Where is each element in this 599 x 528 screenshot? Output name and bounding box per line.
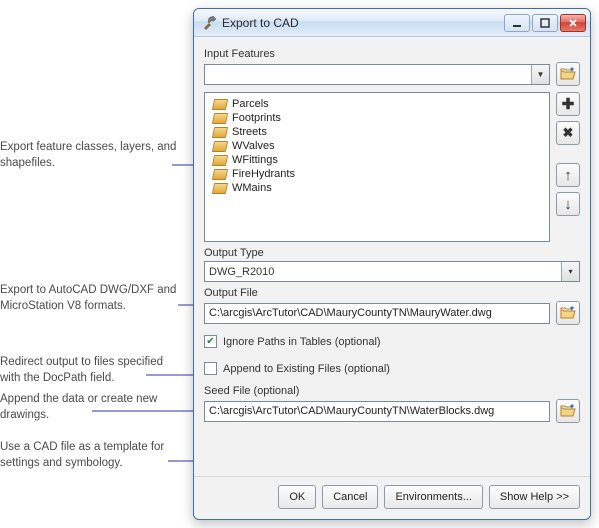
feature-class-icon [212, 155, 228, 166]
ignore-paths-label: Ignore Paths in Tables (optional) [223, 336, 381, 348]
window-title: Export to CAD [222, 16, 504, 30]
seed-file-value: C:\arcgis\ArcTutor\CAD\MauryCountyTN\Wat… [209, 405, 494, 417]
folder-open-icon [560, 404, 576, 418]
add-feature-button[interactable]: ✚ [556, 92, 580, 116]
browse-features-button[interactable] [556, 62, 580, 86]
append-checkbox[interactable] [204, 362, 217, 375]
show-help-button[interactable]: Show Help >> [489, 485, 580, 509]
move-up-button[interactable]: ↑ [556, 163, 580, 187]
list-item[interactable]: WFittings [211, 153, 549, 167]
list-item[interactable]: Footprints [211, 111, 549, 125]
annotation-formats: Export to AutoCAD DWG/DXF and MicroStati… [0, 283, 180, 314]
list-item-label: Footprints [232, 112, 281, 124]
cancel-button[interactable]: Cancel [322, 485, 378, 509]
remove-feature-button[interactable]: ✖ [556, 121, 580, 145]
list-item[interactable]: WMains [211, 181, 549, 195]
output-file-value: C:\arcgis\ArcTutor\CAD\MauryCountyTN\Mau… [209, 307, 492, 319]
folder-open-icon [560, 67, 576, 81]
folder-open-icon [560, 306, 576, 320]
close-button[interactable] [560, 14, 586, 32]
append-label: Append to Existing Files (optional) [223, 363, 390, 375]
input-features-label: Input Features [204, 43, 580, 62]
feature-class-icon [212, 141, 228, 152]
list-item-label: WValves [232, 140, 275, 152]
feature-class-icon [212, 183, 228, 194]
list-item-label: Streets [232, 126, 267, 138]
titlebar[interactable]: Export to CAD [194, 9, 590, 37]
output-type-combo[interactable]: DWG_R2010 ▾ [204, 261, 580, 282]
move-down-button[interactable]: ↓ [556, 192, 580, 216]
list-item-label: WMains [232, 182, 272, 194]
ok-button[interactable]: OK [278, 485, 316, 509]
list-item-label: FireHydrants [232, 168, 295, 180]
annotation-append: Append the data or create new drawings. [0, 392, 180, 423]
ignore-paths-checkbox[interactable]: ✔ [204, 335, 217, 348]
annotation-docpath: Redirect output to files specified with … [0, 355, 180, 386]
list-item[interactable]: Parcels [211, 97, 549, 111]
chevron-down-icon[interactable]: ▾ [561, 262, 579, 281]
export-to-cad-window: Export to CAD Input Features ▼ [193, 8, 591, 520]
output-file-label: Output File [204, 282, 580, 301]
feature-class-icon [212, 169, 228, 180]
annotation-seed: Use a CAD file as a template for setting… [0, 440, 180, 471]
minimize-button[interactable] [504, 14, 530, 32]
dialog-footer: OK Cancel Environments... Show Help >> [194, 476, 590, 519]
feature-class-icon [212, 113, 228, 124]
dialog-body: Input Features ▼ Parcels Footprints Street… [194, 37, 590, 476]
input-features-list[interactable]: Parcels Footprints Streets WValves WFittings… [204, 92, 550, 242]
seed-file-input[interactable]: C:\arcgis\ArcTutor\CAD\MauryCountyTN\Wat… [204, 401, 550, 422]
environments-button[interactable]: Environments... [384, 485, 482, 509]
feature-class-icon [212, 99, 228, 110]
output-type-label: Output Type [204, 242, 580, 261]
input-features-combo[interactable]: ▼ [204, 64, 550, 85]
output-type-value: DWG_R2010 [209, 266, 274, 278]
browse-seed-button[interactable] [556, 399, 580, 423]
list-item[interactable]: WValves [211, 139, 549, 153]
output-file-input[interactable]: C:\arcgis\ArcTutor\CAD\MauryCountyTN\Mau… [204, 303, 550, 324]
seed-file-label: Seed File (optional) [204, 375, 580, 399]
list-item-label: WFittings [232, 154, 278, 166]
annotation-features: Export feature classes, layers, and shap… [0, 140, 180, 171]
list-item[interactable]: Streets [211, 125, 549, 139]
feature-class-icon [212, 127, 228, 138]
chevron-down-icon[interactable]: ▼ [531, 65, 549, 84]
browse-output-button[interactable] [556, 301, 580, 325]
hammer-icon [202, 16, 216, 30]
list-item-label: Parcels [232, 98, 269, 110]
list-item[interactable]: FireHydrants [211, 167, 549, 181]
maximize-button[interactable] [532, 14, 558, 32]
